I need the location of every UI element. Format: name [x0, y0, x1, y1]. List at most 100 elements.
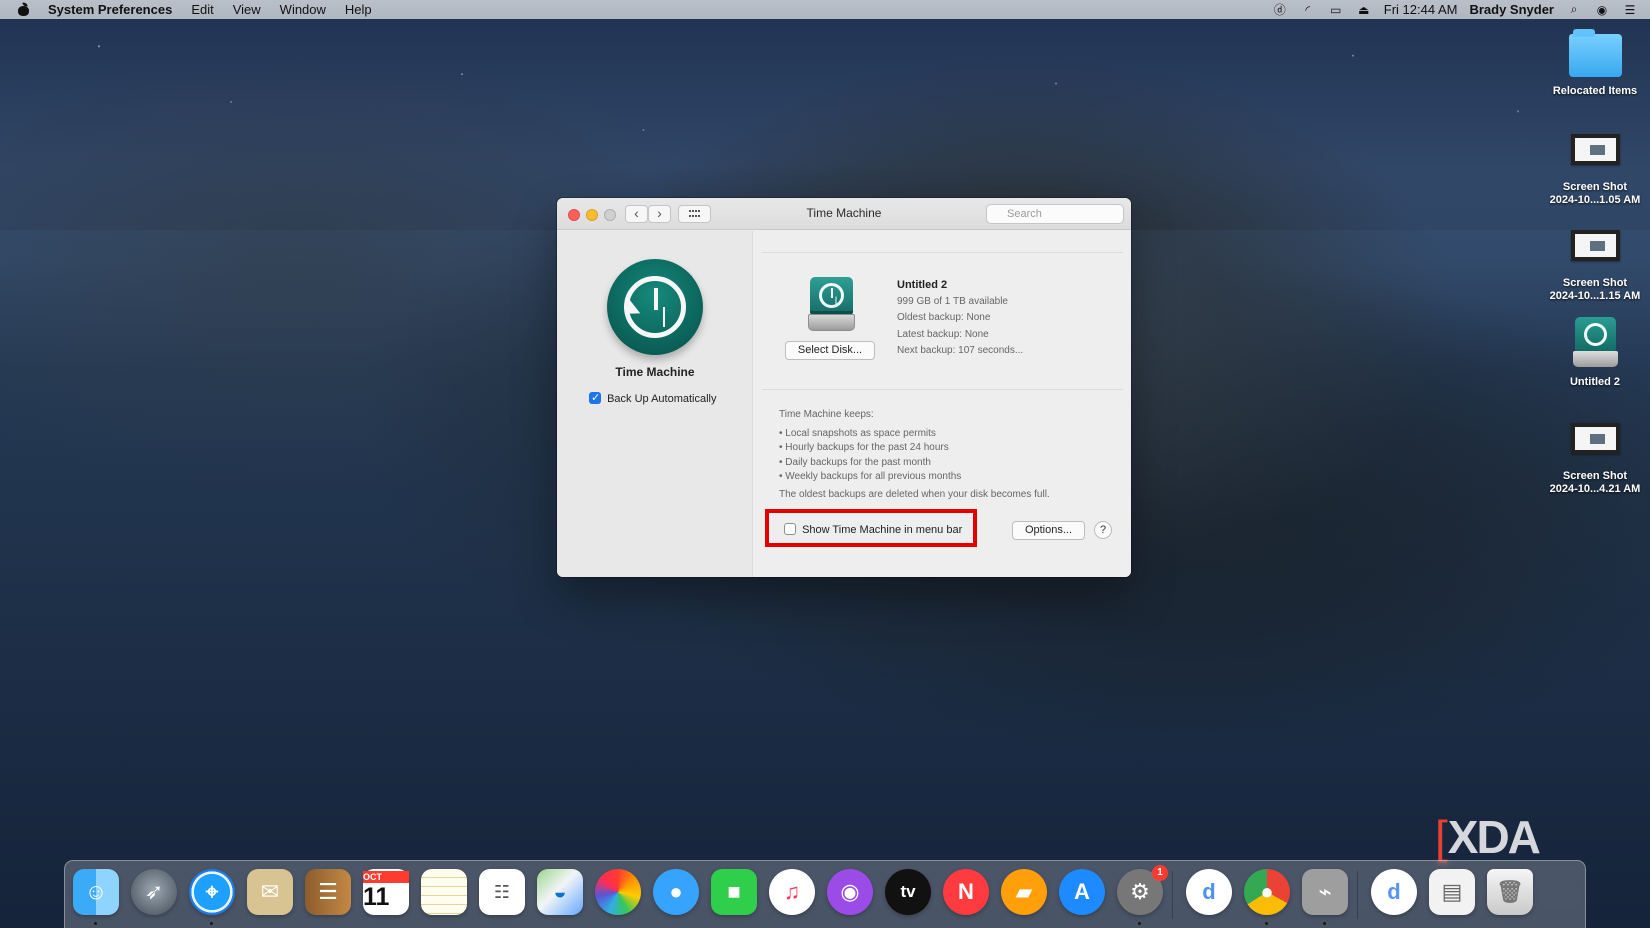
messages-icon[interactable]: ●	[653, 869, 699, 915]
dock-separator	[1357, 871, 1358, 919]
running-indicator	[1323, 922, 1326, 925]
trash-icon[interactable]: 🗑	[1487, 869, 1533, 915]
podcasts-icon[interactable]: ◉	[827, 869, 873, 915]
desktop-item-label: Screen Shot 2024-10...1.15 AM	[1549, 277, 1641, 302]
disk-available: 999 GB of 1 TB available	[897, 295, 1008, 307]
menu-left: System Preferences Edit View Window Help	[0, 0, 391, 19]
retention-item: Weekly backups for all previous months	[779, 470, 1050, 485]
back-up-automatically-label: Back Up Automatically	[607, 393, 717, 405]
clock[interactable]: Fri 12:44 AM	[1384, 2, 1458, 17]
screenshot-file-icon	[1570, 134, 1620, 165]
folder-icon	[1568, 29, 1622, 77]
tv-icon[interactable]: tv	[885, 869, 931, 915]
retention-title: Time Machine keeps:	[779, 409, 874, 420]
help-menu[interactable]: Help	[345, 2, 372, 17]
right-pane: Select Disk... Untitled 2 999 GB of 1 TB…	[754, 231, 1131, 577]
reminders-icon[interactable]: ☷	[479, 869, 525, 915]
retention-note: The oldest backups are deleted when your…	[779, 488, 1050, 500]
notes-icon[interactable]	[421, 869, 467, 915]
app-menu[interactable]: System Preferences	[48, 2, 172, 17]
airplay-icon[interactable]: ▭	[1328, 3, 1344, 17]
contacts-icon[interactable]: ☰	[305, 869, 351, 915]
help-button[interactable]: ?	[1094, 521, 1112, 539]
edit-menu[interactable]: Edit	[191, 2, 213, 17]
safari-icon[interactable]: ⌖	[189, 869, 235, 915]
desktop-item-screen-shot-2[interactable]: Screen Shot 2024-10...1.15 AM	[1543, 230, 1647, 303]
desktop-item-screen-shot-1[interactable]: Screen Shot 2024-10...1.05 AM	[1543, 134, 1647, 207]
books-icon[interactable]: ▰	[1001, 869, 1047, 915]
title-bar[interactable]: ‹ › Time Machine Search	[557, 198, 1131, 230]
back-up-automatically-checkbox[interactable]: Back Up Automatically	[589, 392, 717, 405]
calendar-icon[interactable]: OCT 11	[363, 869, 409, 915]
tv-label: tv	[900, 882, 916, 901]
checkbox-checked-icon[interactable]	[589, 392, 601, 404]
dashlane-icon[interactable]: d	[1186, 869, 1232, 915]
chrome-icon[interactable]: ●	[1244, 869, 1290, 915]
retention-item: Daily backups for the past month	[779, 456, 1050, 471]
disk-utility-icon[interactable]: ⌁	[1302, 869, 1348, 915]
running-indicator	[94, 922, 97, 925]
running-indicator	[1138, 922, 1141, 925]
oldest-backup: Oldest backup: None	[897, 312, 991, 324]
wifi-icon[interactable]: ◜	[1300, 3, 1316, 17]
user-name[interactable]: Brady Snyder	[1469, 2, 1554, 17]
select-disk-button[interactable]: Select Disk...	[785, 341, 875, 360]
view-menu[interactable]: View	[233, 2, 261, 17]
desktop-item-label: Screen Shot 2024-10...1.05 AM	[1549, 181, 1641, 206]
news-icon[interactable]: N	[943, 869, 989, 915]
retention-info: Time Machine keeps: Local snapshots as s…	[779, 408, 1050, 502]
retention-item: Hourly backups for the past 24 hours	[779, 441, 1050, 456]
time-machine-disk-icon	[1572, 317, 1618, 367]
desktop-item-label: Relocated Items	[1552, 85, 1638, 97]
latest-backup: Latest backup: None	[897, 328, 989, 340]
siri-icon[interactable]: ◉	[1594, 3, 1610, 17]
dock-separator	[1172, 871, 1173, 919]
backup-disk-icon	[808, 277, 855, 331]
dashlane-icon[interactable]: ⓓ	[1272, 3, 1288, 17]
show-in-menu-bar-checkbox[interactable]: Show Time Machine in menu bar	[784, 523, 962, 536]
music-icon[interactable]: ♫	[769, 869, 815, 915]
launchpad-icon[interactable]: ➶	[131, 869, 177, 915]
disk-info: Untitled 2 999 GB of 1 TB available Olde…	[897, 277, 1023, 360]
dock: ☺ ➶ ⌖ ✉ ☰ OCT 11 ☷ ◒ ● ■ ♫ ◉ tv N ▰ A ⚙ …	[64, 860, 1586, 928]
window-menu[interactable]: Window	[280, 2, 326, 17]
system-preferences-icon[interactable]: ⚙ 1	[1117, 865, 1168, 915]
app-store-icon[interactable]: A	[1059, 869, 1105, 915]
disk-name: Untitled 2	[897, 279, 948, 291]
menu-bar: System Preferences Edit View Window Help…	[0, 0, 1650, 19]
checkbox-unchecked-icon[interactable]	[784, 523, 796, 535]
next-backup: Next backup: 107 seconds...	[897, 345, 1024, 357]
search-field[interactable]: Search	[986, 204, 1124, 224]
screenshot-stack-icon[interactable]: ▤	[1429, 869, 1475, 915]
facetime-icon[interactable]: ■	[711, 869, 757, 915]
desktop-item-screen-shot-3[interactable]: Screen Shot 2024-10...4.21 AM	[1543, 423, 1647, 496]
eject-icon[interactable]: ⏏	[1356, 3, 1372, 17]
options-button[interactable]: Options...	[1012, 521, 1085, 540]
finder-icon[interactable]: ☺	[73, 869, 119, 915]
time-machine-arrow-icon	[619, 299, 641, 321]
desktop-item-label: Untitled 2	[1569, 376, 1621, 388]
desktop-item-label: Screen Shot 2024-10...4.21 AM	[1549, 470, 1641, 495]
running-indicator	[1265, 922, 1268, 925]
control-center-icon[interactable]: ☰	[1622, 3, 1638, 17]
desktop-item-relocated-items[interactable]: Relocated Items	[1543, 29, 1647, 98]
apple-menu-icon[interactable]	[17, 2, 30, 17]
top-separator	[762, 252, 1123, 253]
downloads-stack-icon[interactable]: d	[1371, 869, 1417, 915]
maps-icon[interactable]: ◒	[537, 869, 583, 915]
left-pane: Time Machine Back Up Automatically	[557, 231, 753, 577]
mail-icon[interactable]: ✉	[247, 869, 293, 915]
desktop-item-untitled-2-disk[interactable]: Untitled 2	[1543, 317, 1647, 389]
show-in-menu-bar-label: Show Time Machine in menu bar	[802, 524, 963, 536]
spotlight-icon[interactable]: ⌕	[1566, 2, 1582, 17]
retention-item: Local snapshots as space permits	[779, 427, 1050, 442]
time-machine-label: Time Machine	[615, 365, 695, 379]
menu-right: ⓓ ◜ ▭ ⏏ Fri 12:44 AM Brady Snyder ⌕ ◉ ☰	[1272, 0, 1638, 19]
photos-icon[interactable]	[595, 869, 641, 915]
screenshot-file-icon	[1570, 423, 1620, 454]
notification-badge: 1	[1152, 865, 1168, 881]
time-machine-window: ‹ › Time Machine Search Time Machine Bac…	[557, 198, 1131, 577]
screenshot-file-icon	[1570, 230, 1620, 261]
time-machine-icon	[607, 259, 703, 355]
running-indicator	[210, 922, 213, 925]
